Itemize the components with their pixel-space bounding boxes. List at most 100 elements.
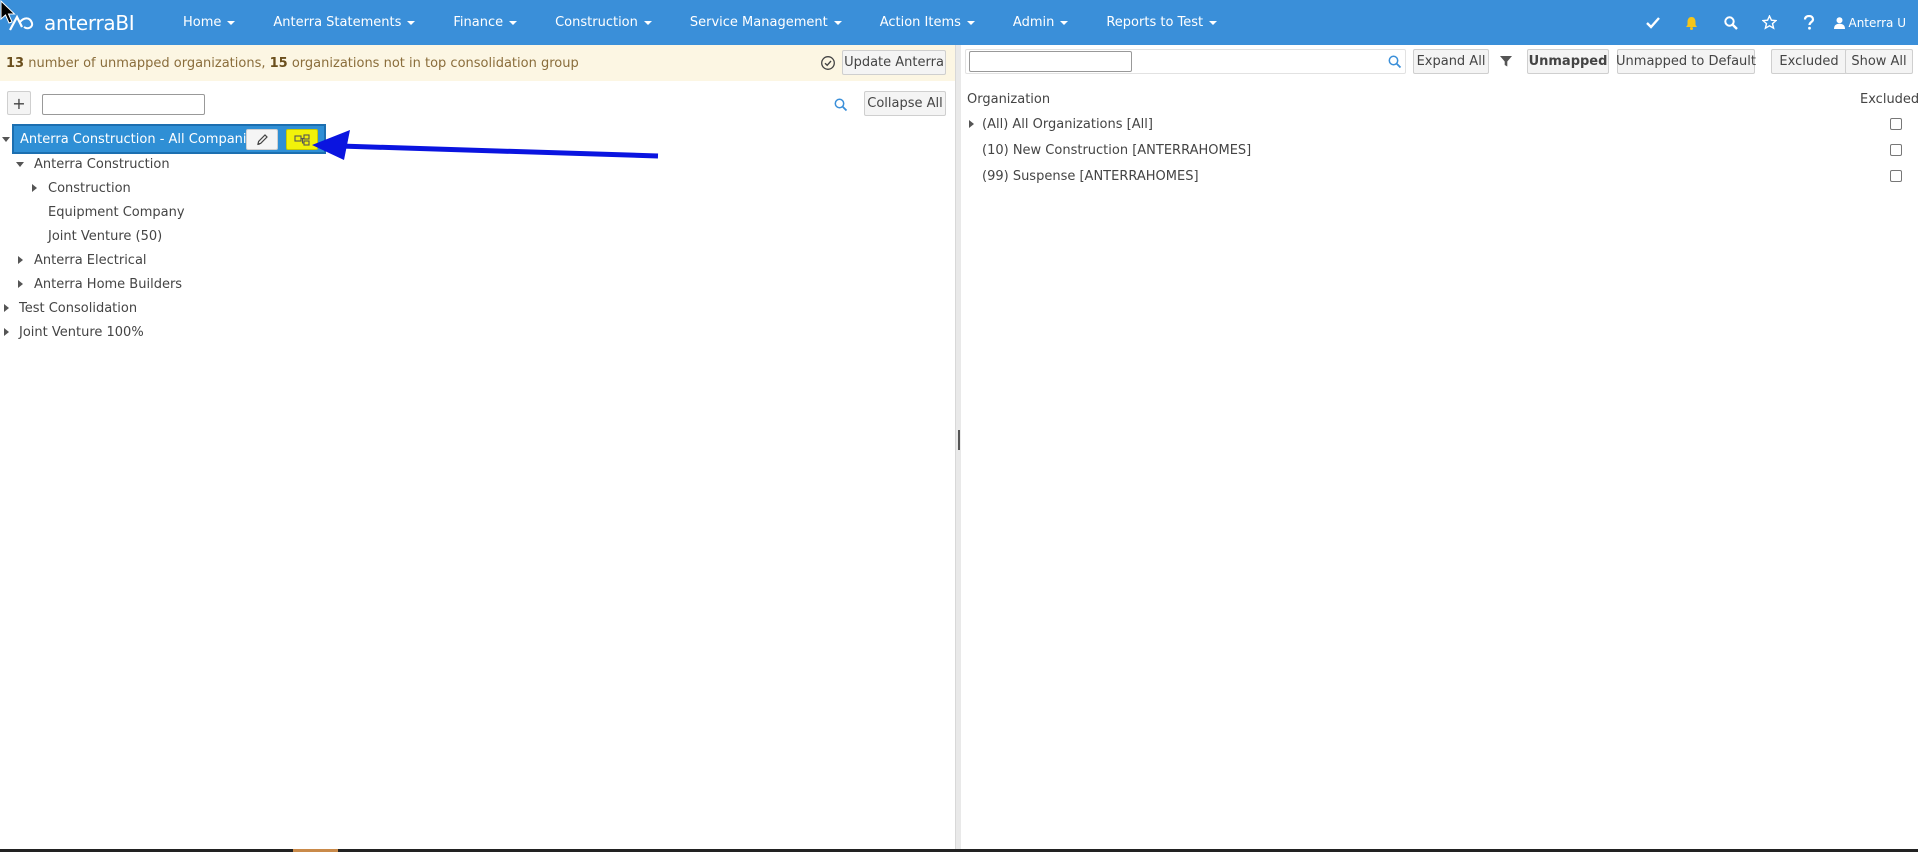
tree-node-label: Test Consolidation bbox=[19, 300, 138, 316]
user-menu[interactable]: Anterra U bbox=[1828, 0, 1918, 45]
menu-anterra-statements[interactable]: Anterra Statements bbox=[254, 0, 434, 45]
tree-node-label: Joint Venture (50) bbox=[48, 228, 163, 244]
tree-search-input[interactable] bbox=[42, 94, 205, 115]
expand-toggle[interactable] bbox=[0, 127, 12, 151]
tree-node[interactable]: Anterra Home Builders bbox=[34, 272, 182, 296]
tree-node[interactable]: Equipment Company bbox=[48, 200, 185, 224]
edit-node-button[interactable] bbox=[246, 129, 278, 150]
triangle-right-icon bbox=[17, 280, 23, 288]
org-label: (All) All Organizations [All] bbox=[982, 116, 1153, 132]
menu-label: Service Management bbox=[689, 15, 828, 30]
search-icon[interactable] bbox=[1388, 55, 1402, 69]
triangle-right-icon bbox=[968, 120, 974, 128]
triangle-down-icon bbox=[16, 161, 24, 167]
tree-node-label: Anterra Home Builders bbox=[34, 276, 183, 292]
org-row[interactable]: (10) New Construction [ANTERRAHOMES] bbox=[961, 138, 1918, 162]
search-icon[interactable] bbox=[834, 98, 848, 112]
main-menu: Home Anterra Statements Finance Construc… bbox=[164, 0, 1236, 45]
menu-label: Construction bbox=[555, 15, 638, 30]
add-node-button[interactable]: + bbox=[7, 91, 31, 115]
tree-node-label: Anterra Construction bbox=[34, 156, 170, 172]
user-icon bbox=[1834, 16, 1846, 29]
brand[interactable]: anterraBI bbox=[0, 0, 150, 45]
menu-label: Finance bbox=[453, 15, 504, 30]
tree-node-label: Equipment Company bbox=[48, 204, 185, 220]
filter-unmapped-button[interactable]: Unmapped bbox=[1527, 49, 1609, 74]
triangle-down-icon bbox=[2, 136, 10, 142]
tree-node-label: Construction bbox=[48, 180, 131, 196]
org-label: (99) Suspense [ANTERRAHOMES] bbox=[982, 168, 1199, 184]
menu-reports-to-test[interactable]: Reports to Test bbox=[1087, 0, 1236, 45]
expand-toggle[interactable] bbox=[0, 296, 12, 320]
caret-down-icon bbox=[643, 20, 652, 25]
tree-node-selected[interactable]: Anterra Construction - All Companies bbox=[12, 124, 326, 154]
search-icon[interactable] bbox=[1711, 0, 1750, 45]
filter-show-all-button[interactable]: Show All bbox=[1845, 49, 1913, 74]
expand-toggle[interactable] bbox=[14, 272, 26, 296]
not-top-text: organizations not in top consolidation g… bbox=[287, 55, 579, 71]
tree-node-label: Anterra Construction - All Companies bbox=[20, 131, 262, 147]
map-organizations-icon bbox=[294, 133, 310, 146]
menu-label: Home bbox=[183, 15, 222, 30]
tree-node-label: Anterra Electrical bbox=[34, 252, 147, 268]
column-header-excluded: Excluded bbox=[1860, 91, 1918, 107]
filter-icon bbox=[1500, 56, 1512, 67]
menu-home[interactable]: Home bbox=[164, 0, 254, 45]
check-icon[interactable] bbox=[1633, 0, 1672, 45]
excluded-checkbox[interactable] bbox=[1890, 144, 1902, 156]
tree-node-label: Joint Venture 100% bbox=[19, 324, 144, 340]
triangle-right-icon bbox=[17, 256, 23, 264]
expand-toggle[interactable] bbox=[14, 152, 26, 176]
not-top-count: 15 bbox=[269, 55, 288, 71]
expand-all-button[interactable]: Expand All bbox=[1413, 49, 1489, 74]
org-row[interactable]: (All) All Organizations [All] bbox=[961, 112, 1918, 136]
user-name: Anterra U bbox=[1848, 15, 1906, 30]
org-search-input[interactable] bbox=[969, 51, 1132, 72]
caret-down-icon bbox=[833, 20, 842, 25]
tree-node[interactable]: Test Consolidation bbox=[19, 296, 137, 320]
bell-icon[interactable] bbox=[1672, 0, 1711, 45]
filter-unmapped-to-default-button[interactable]: Unmapped to Default bbox=[1616, 49, 1756, 74]
org-search-bar bbox=[965, 49, 1406, 74]
unmapped-text: number of unmapped organizations, bbox=[24, 55, 270, 71]
tree-node[interactable]: Joint Venture 100% bbox=[19, 320, 144, 344]
excluded-checkbox[interactable] bbox=[1890, 170, 1902, 182]
menu-label: Action Items bbox=[879, 15, 961, 30]
menu-service-management[interactable]: Service Management bbox=[671, 0, 861, 45]
expand-toggle[interactable] bbox=[14, 248, 26, 272]
pencil-icon bbox=[256, 134, 268, 146]
help-icon[interactable] bbox=[1789, 0, 1828, 45]
tree-node[interactable]: Joint Venture (50) bbox=[48, 224, 162, 248]
caret-down-icon bbox=[407, 20, 416, 25]
top-navbar: anterraBI Home Anterra Statements Financ… bbox=[0, 0, 1918, 45]
filter-excluded-button[interactable]: Excluded bbox=[1771, 49, 1847, 74]
org-row[interactable]: (99) Suspense [ANTERRAHOMES] bbox=[961, 164, 1918, 188]
triangle-right-icon bbox=[3, 304, 9, 312]
tree-node[interactable]: Anterra Electrical bbox=[34, 248, 147, 272]
expand-toggle[interactable] bbox=[0, 320, 12, 344]
organizations-pane: Expand All Unmapped Unmapped to Default … bbox=[961, 45, 1918, 852]
tree-node[interactable]: Anterra Construction bbox=[34, 152, 170, 176]
menu-finance[interactable]: Finance bbox=[434, 0, 536, 45]
menu-admin[interactable]: Admin bbox=[994, 0, 1087, 45]
menu-label: Admin bbox=[1012, 15, 1055, 30]
mouse-cursor-icon bbox=[0, 0, 16, 24]
update-anterra-button[interactable]: Update Anterra bbox=[842, 50, 946, 75]
expand-toggle[interactable] bbox=[965, 112, 977, 136]
caret-down-icon bbox=[1209, 20, 1218, 25]
unmapped-notice: 13 number of unmapped organizations, 15 … bbox=[0, 45, 955, 81]
caret-down-icon bbox=[227, 20, 236, 25]
excluded-checkbox[interactable] bbox=[1890, 118, 1902, 130]
collapse-all-button[interactable]: Collapse All bbox=[864, 91, 946, 116]
splitter-grip[interactable] bbox=[958, 430, 960, 450]
expand-toggle[interactable] bbox=[28, 176, 40, 200]
triangle-right-icon bbox=[3, 328, 9, 336]
annotation-arrow-icon bbox=[312, 130, 659, 160]
org-label: (10) New Construction [ANTERRAHOMES] bbox=[982, 142, 1252, 158]
tree-node[interactable]: Construction bbox=[48, 176, 131, 200]
organization-tree-pane: 13 number of unmapped organizations, 15 … bbox=[0, 45, 955, 852]
menu-action-items[interactable]: Action Items bbox=[861, 0, 994, 45]
caret-down-icon bbox=[966, 20, 975, 25]
menu-construction[interactable]: Construction bbox=[536, 0, 671, 45]
star-icon[interactable] bbox=[1750, 0, 1789, 45]
